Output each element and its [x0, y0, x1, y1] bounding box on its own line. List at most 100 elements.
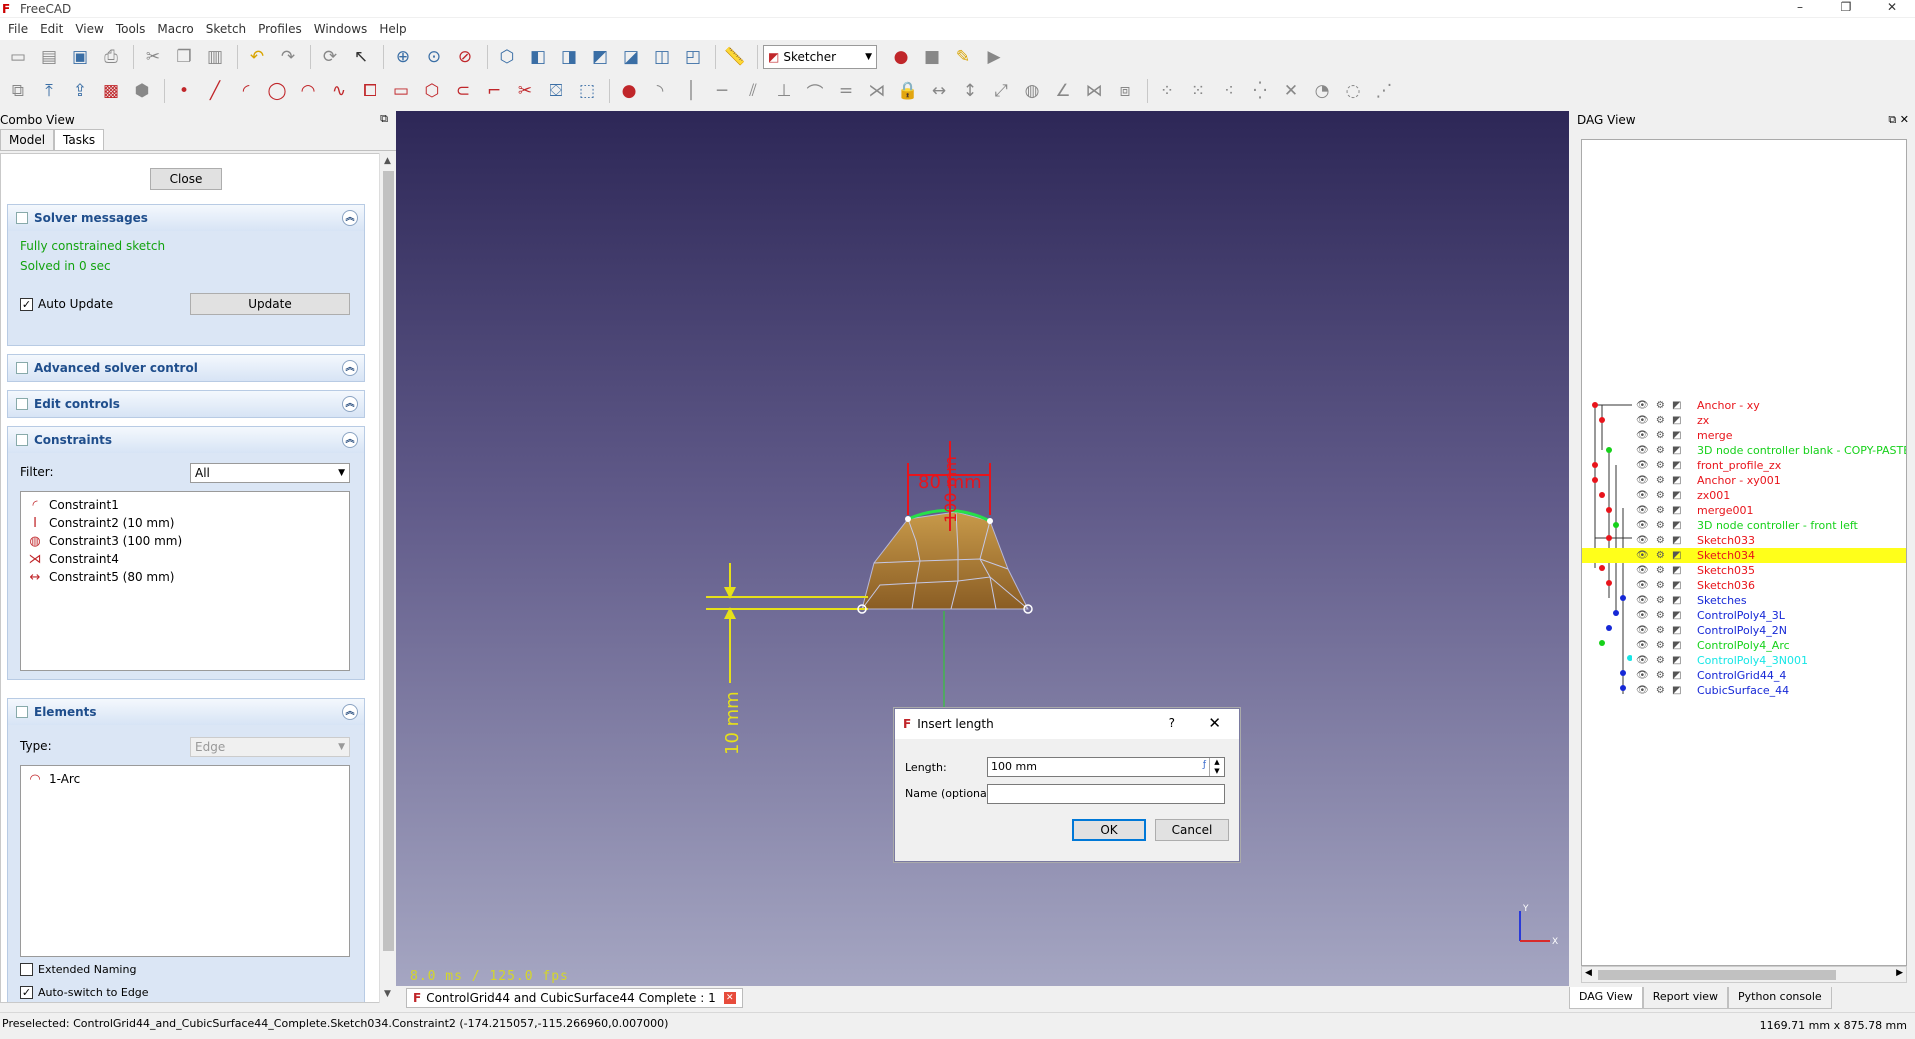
menu-macro[interactable]: Macro — [151, 22, 199, 36]
visibility-icon[interactable]: 👁 ⚙ ◩ — [1636, 400, 1683, 411]
refresh-icon[interactable]: ⟳ — [316, 43, 344, 71]
dimension-10-label[interactable]: 10 mm — [722, 691, 743, 755]
perpendicular-constraint-icon[interactable]: ⊥ — [770, 77, 798, 105]
visibility-icon[interactable]: 👁 ⚙ ◩ — [1636, 610, 1683, 621]
close-dialog-button[interactable]: ✕ — [1208, 714, 1221, 732]
cut-icon[interactable]: ✂ — [139, 43, 167, 71]
vertical-distance-icon[interactable]: ↕ — [956, 77, 984, 105]
map-sketch-icon[interactable]: ⬢ — [128, 77, 156, 105]
list-item[interactable]: ⋊ Constraint4 — [27, 550, 343, 568]
expression-icon[interactable]: ƒ — [1203, 760, 1206, 770]
ok-button[interactable]: OK — [1072, 819, 1146, 841]
point-icon[interactable]: • — [170, 77, 198, 105]
dag-row[interactable]: 👁 ⚙ ◩ ControlPoly4_2N — [1582, 623, 1906, 638]
toggle-driving-icon[interactable]: ⧈ — [1111, 77, 1139, 105]
visibility-icon[interactable]: 👁 ⚙ ◩ — [1636, 625, 1683, 636]
point-on-object-icon[interactable]: ◝ — [646, 77, 674, 105]
dag-row[interactable]: 👁 ⚙ ◩ Anchor - xy — [1582, 398, 1906, 413]
constraints-header[interactable]: Constraints ︽ — [8, 427, 364, 453]
tab-report-view[interactable]: Report view — [1642, 987, 1729, 1009]
visibility-icon[interactable]: 👁 ⚙ ◩ — [1636, 640, 1683, 651]
dag-row[interactable]: 👁 ⚙ ◩ merge — [1582, 428, 1906, 443]
arc-tool-icon[interactable]: ◜ — [232, 77, 260, 105]
dag-horizontal-scrollbar[interactable]: ◀ ▶ — [1581, 966, 1907, 983]
new-sketch-icon[interactable]: ⧉ — [4, 77, 32, 105]
list-item[interactable]: ◍ Constraint3 (100 mm) — [27, 532, 343, 550]
visibility-icon[interactable]: 👁 ⚙ ◩ — [1636, 445, 1683, 456]
scrollbar-thumb[interactable] — [383, 171, 394, 951]
collapse-icon[interactable]: ︽ — [342, 396, 358, 412]
collapse-icon[interactable]: ︽ — [342, 432, 358, 448]
name-input[interactable] — [987, 784, 1225, 804]
auto-update-checkbox[interactable]: ✓ — [20, 297, 33, 311]
new-file-icon[interactable]: ▭ — [4, 43, 32, 71]
sketch-vertex[interactable] — [987, 518, 993, 524]
elements-header[interactable]: Elements ︽ — [8, 699, 364, 725]
scrollbar-thumb[interactable] — [1598, 970, 1836, 980]
trim-icon[interactable]: ✂ — [511, 77, 539, 105]
dag-graph[interactable]: 👁 ⚙ ◩ Anchor - xy 👁 ⚙ ◩ zx 👁 ⚙ ◩ merge 👁 ⚙ ◩ 3D… — [1581, 139, 1907, 966]
copy-icon[interactable]: ❐ — [170, 43, 198, 71]
dag-row[interactable]: 👁 ⚙ ◩ merge001 — [1582, 503, 1906, 518]
visibility-icon[interactable]: 👁 ⚙ ◩ — [1636, 685, 1683, 696]
float-panel-icon[interactable]: ⧉ — [380, 112, 388, 126]
conic-tool-icon[interactable]: ◠ — [294, 77, 322, 105]
tab-model[interactable]: Model — [0, 129, 55, 150]
visibility-icon[interactable]: 👁 ⚙ ◩ — [1636, 550, 1683, 561]
scroll-up-icon[interactable]: ▲ — [384, 156, 391, 166]
horizontal-distance-icon[interactable]: ↔ — [925, 77, 953, 105]
symmetric-constraint-icon[interactable]: ⋊ — [863, 77, 891, 105]
dag-row[interactable]: 👁 ⚙ ◩ ControlPoly4_3L — [1582, 608, 1906, 623]
auto-switch-checkbox[interactable]: ✓ — [20, 986, 33, 999]
circle-tool-icon[interactable]: ◯ — [263, 77, 291, 105]
dag-row[interactable]: 👁 ⚙ ◩ Sketch036 — [1582, 578, 1906, 593]
dag-row[interactable]: 👁 ⚙ ◩ zx — [1582, 413, 1906, 428]
task-panel-scrollbar[interactable]: ▲ ▼ — [379, 153, 396, 1003]
paste-icon[interactable]: ▥ — [201, 43, 229, 71]
top-view-icon[interactable]: ◨ — [555, 43, 583, 71]
macro-record-icon[interactable]: ● — [887, 43, 915, 71]
collapse-icon[interactable]: ︽ — [342, 360, 358, 376]
list-item[interactable]: I Constraint2 (10 mm) — [27, 514, 343, 532]
visibility-icon[interactable]: 👁 ⚙ ◩ — [1636, 580, 1683, 591]
visibility-icon[interactable]: 👁 ⚙ ◩ — [1636, 475, 1683, 486]
slot-icon[interactable]: ⊂ — [449, 77, 477, 105]
length-spinner[interactable]: ▲ ▼ — [1209, 758, 1224, 776]
panel-controls[interactable]: ⧉ ✕ — [1888, 111, 1909, 129]
visibility-icon[interactable]: 👁 ⚙ ◩ — [1636, 535, 1683, 546]
update-button[interactable]: Update — [190, 293, 350, 315]
visibility-icon[interactable]: 👁 ⚙ ◩ — [1636, 520, 1683, 531]
scroll-right-icon[interactable]: ▶ — [1896, 968, 1903, 978]
visibility-icon[interactable]: 👁 ⚙ ◩ — [1636, 565, 1683, 576]
visibility-icon[interactable]: 👁 ⚙ ◩ — [1636, 490, 1683, 501]
dag-row[interactable]: 👁 ⚙ ◩ CubicSurface_44 — [1582, 683, 1906, 698]
rear-view-icon[interactable]: ◪ — [617, 43, 645, 71]
dag-row[interactable]: 👁 ⚙ ◩ ControlPoly4_3N001 — [1582, 653, 1906, 668]
length-input[interactable]: 100 mm ƒ ▲ ▼ — [987, 757, 1225, 777]
left-view-icon[interactable]: ◰ — [679, 43, 707, 71]
menu-file[interactable]: File — [2, 22, 34, 36]
close-button[interactable]: Close — [150, 168, 222, 190]
help-button[interactable]: ? — [1169, 716, 1175, 730]
sketch-vertex[interactable] — [905, 516, 911, 522]
dag-row[interactable]: 👁 ⚙ ◩ Anchor - xy001 — [1582, 473, 1906, 488]
dag-row[interactable]: 👁 ⚙ ◩ 3D node controller blank - COPY-PAS… — [1582, 443, 1906, 458]
visibility-icon[interactable]: 👁 ⚙ ◩ — [1636, 595, 1683, 606]
visibility-icon[interactable]: 👁 ⚙ ◩ — [1636, 460, 1683, 471]
dag-row[interactable]: 👁 ⚙ ◩ ControlPoly4_Arc — [1582, 638, 1906, 653]
vertical-constraint-icon[interactable]: │ — [677, 77, 705, 105]
collapse-icon[interactable]: ︽ — [342, 210, 358, 226]
workbench-selector[interactable]: ◩ Sketcher ▼ — [763, 45, 877, 69]
dag-row[interactable]: 👁 ⚙ ◩ Sketch033 — [1582, 533, 1906, 548]
menu-help[interactable]: Help — [373, 22, 412, 36]
macro-edit-icon[interactable]: ✎ — [949, 43, 977, 71]
dag-row[interactable]: 👁 ⚙ ◩ ControlGrid44_4 — [1582, 668, 1906, 683]
visibility-icon[interactable]: 👁 ⚙ ◩ — [1636, 430, 1683, 441]
equal-constraint-icon[interactable]: = — [832, 77, 860, 105]
cancel-button[interactable]: Cancel — [1155, 819, 1229, 841]
bspline-degree-icon[interactable]: ◌ — [1339, 77, 1367, 105]
view-sketch-icon[interactable]: ⇪ — [66, 77, 94, 105]
view-section-icon[interactable]: ▩ — [97, 77, 125, 105]
fit-selection-icon[interactable]: ⊙ — [420, 43, 448, 71]
construction-mode-icon[interactable]: ⬚ — [573, 77, 601, 105]
